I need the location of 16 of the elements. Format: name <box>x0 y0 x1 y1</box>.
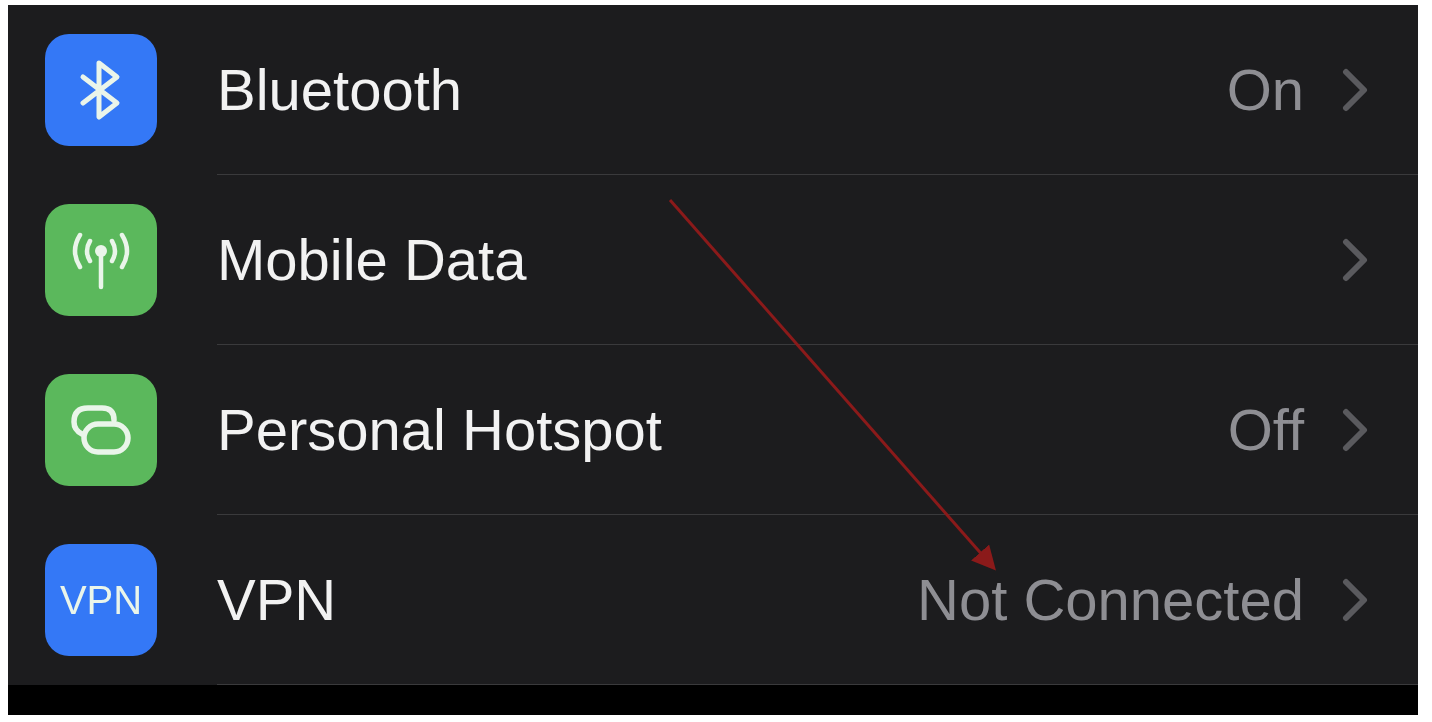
row-value: Off <box>1227 396 1304 464</box>
row-label: Personal Hotspot <box>217 396 662 464</box>
chevron-icon <box>1342 577 1368 622</box>
row-label: Bluetooth <box>217 56 463 124</box>
chevron-icon <box>1342 67 1368 112</box>
settings-row[interactable]: Personal Hotspot Off <box>8 345 1418 515</box>
row-label: Mobile Data <box>217 226 527 294</box>
settings-row[interactable]: Mobile Data <box>8 175 1418 345</box>
row-label: VPN <box>217 566 337 634</box>
vpn-icon: VPN <box>45 544 157 656</box>
settings-row[interactable]: VPN VPN Not Connected <box>8 515 1418 685</box>
row-value: On <box>1226 56 1304 124</box>
settings-row[interactable]: Bluetooth On <box>8 5 1418 175</box>
chevron-icon <box>1342 237 1368 282</box>
row-value: Not Connected <box>917 566 1304 634</box>
chevron-icon <box>1342 407 1368 452</box>
